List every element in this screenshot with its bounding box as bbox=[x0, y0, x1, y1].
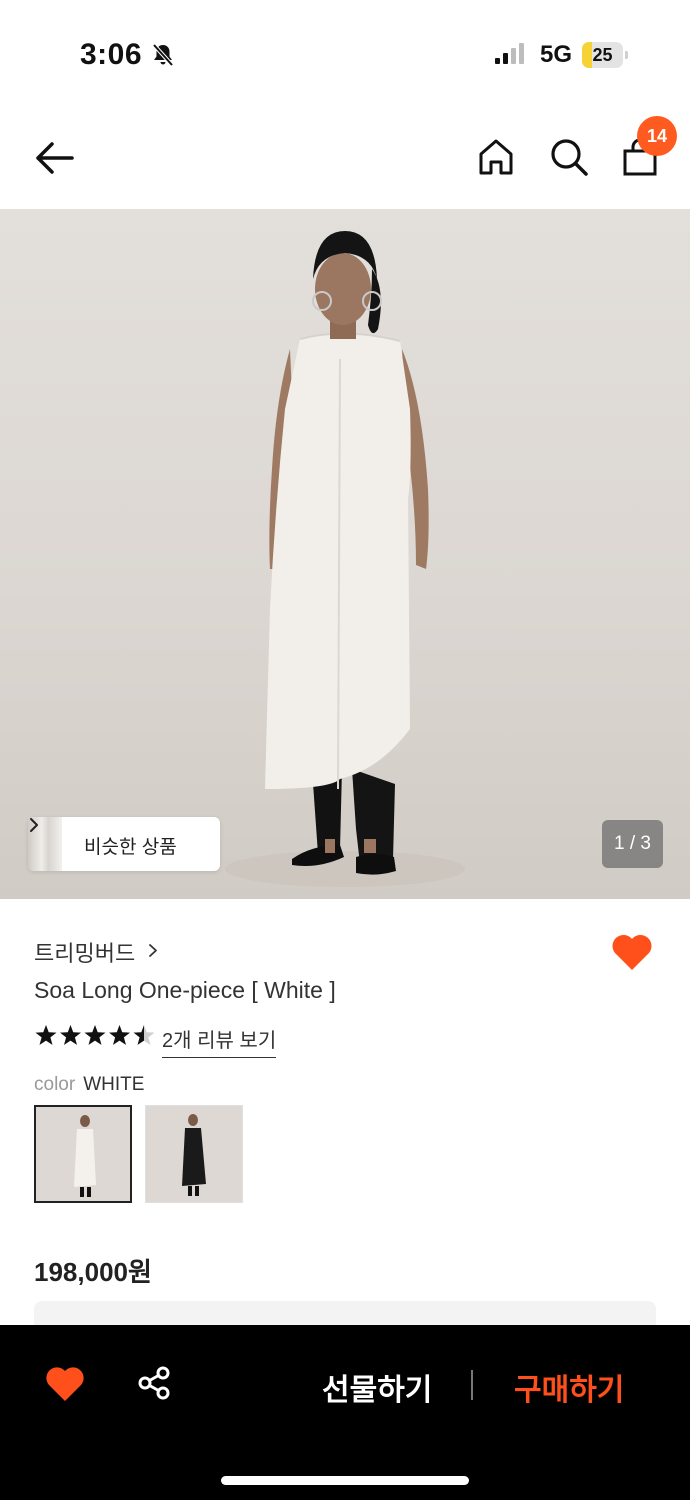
star-filled bbox=[35, 1025, 57, 1045]
home-icon[interactable] bbox=[476, 136, 516, 178]
star-filled bbox=[84, 1025, 106, 1045]
battery-tip bbox=[625, 51, 628, 59]
color-swatch-black[interactable] bbox=[145, 1105, 243, 1203]
home-indicator[interactable] bbox=[221, 1476, 469, 1485]
bottom-bar-divider bbox=[471, 1370, 473, 1400]
back-arrow-icon[interactable] bbox=[32, 138, 76, 178]
swatch-black-image bbox=[146, 1106, 242, 1202]
bell-muted-icon bbox=[152, 43, 174, 67]
product-image-gallery[interactable]: 비슷한 상품 1 / 3 bbox=[0, 209, 690, 899]
battery-indicator: 25 bbox=[582, 42, 628, 68]
wishlist-heart-icon[interactable] bbox=[44, 1365, 86, 1403]
color-value: WHITE bbox=[83, 1074, 145, 1095]
product-title: Soa Long One-piece [ White ] bbox=[34, 977, 336, 1003]
color-label: color bbox=[34, 1074, 76, 1095]
chevron-right-icon bbox=[30, 818, 38, 832]
battery-level: 25 bbox=[592, 45, 613, 65]
gift-button[interactable]: 선물하기 bbox=[322, 1365, 432, 1409]
signal-icon bbox=[495, 43, 524, 64]
cart-count-badge: 14 bbox=[637, 116, 677, 156]
status-bar: 3:06 5G 25 bbox=[0, 0, 690, 105]
wishlist-heart-icon[interactable] bbox=[610, 932, 654, 972]
product-photo bbox=[225, 231, 465, 887]
star-filled bbox=[60, 1025, 81, 1045]
rating-stars bbox=[35, 1025, 155, 1045]
similar-products-label: 비슷한 상품 bbox=[84, 837, 177, 858]
bottom-action-bar: 선물하기 구매하기 bbox=[0, 1325, 690, 1500]
share-icon[interactable] bbox=[136, 1365, 172, 1401]
brand-link[interactable]: 트리밍버드 bbox=[34, 936, 157, 966]
search-icon[interactable] bbox=[548, 136, 590, 178]
brand-name: 트리밍버드 bbox=[34, 941, 136, 966]
image-page-indicator: 1 / 3 bbox=[602, 820, 663, 868]
top-nav-bar bbox=[0, 110, 690, 210]
color-swatch-white[interactable] bbox=[34, 1105, 132, 1203]
buy-button[interactable]: 구매하기 bbox=[514, 1365, 624, 1409]
product-price: 198,000원 bbox=[34, 1257, 152, 1287]
view-reviews-link[interactable]: 2개 리뷰 보기 bbox=[162, 1024, 277, 1058]
star-filled bbox=[109, 1025, 130, 1045]
swatch-white-image bbox=[36, 1107, 130, 1201]
network-type: 5G bbox=[540, 41, 573, 68]
color-row: color WHITE bbox=[34, 1074, 144, 1096]
similar-products-button[interactable]: 비슷한 상품 bbox=[28, 817, 220, 871]
chevron-right-icon bbox=[149, 944, 157, 957]
status-time: 3:06 bbox=[80, 38, 143, 71]
